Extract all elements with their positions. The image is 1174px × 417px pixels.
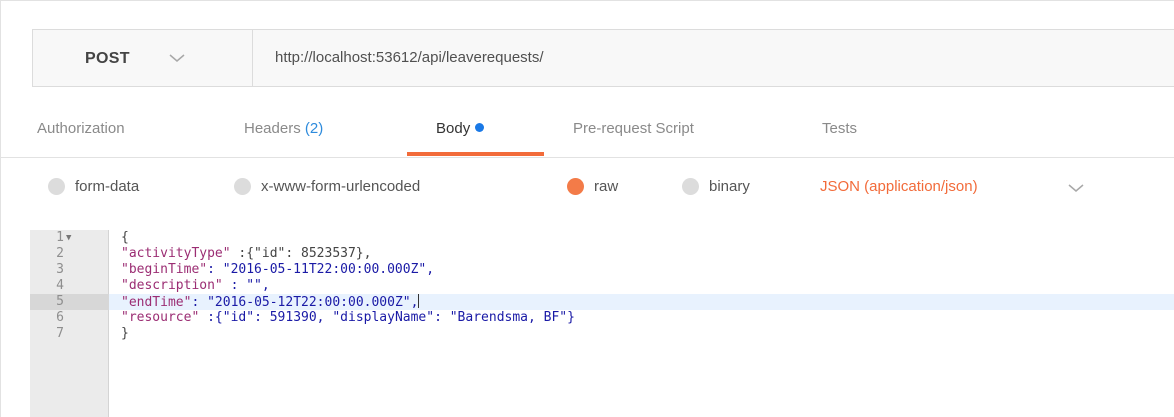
line-number: 2: [56, 246, 64, 261]
line-number: 6: [56, 310, 64, 325]
code-line: "activityType" :{"id": 8523537},: [121, 246, 372, 261]
code-line: "description" : "",: [121, 278, 270, 293]
tab-label: Authorization: [37, 120, 125, 137]
tab-label: Headers: [244, 120, 301, 137]
radio-button-icon: [682, 178, 699, 195]
line-number: 1: [56, 230, 64, 245]
url-input[interactable]: http://localhost:53612/api/leaverequests…: [275, 49, 544, 66]
fold-toggle-icon[interactable]: ▼: [66, 233, 71, 243]
tab-headers[interactable]: Headers (2): [244, 120, 323, 137]
radio-form-data[interactable]: form-data: [48, 178, 139, 195]
content-type-dropdown[interactable]: JSON (application/json): [820, 178, 978, 195]
tab-label: Tests: [822, 120, 858, 137]
code-line: "resource" :{"id": 591390, "displayName"…: [121, 310, 575, 325]
text-cursor: [418, 294, 420, 308]
active-tab-indicator: [407, 152, 544, 156]
chevron-down-icon: [169, 54, 185, 62]
code-line: {: [121, 230, 129, 245]
tab-label: Body: [436, 120, 471, 137]
code-line: "endTime": "2016-05-12T22:00:00.000Z",: [121, 294, 420, 310]
modified-dot-icon: [475, 123, 485, 132]
radio-x-www-form-urlencoded[interactable]: x-www-form-urlencoded: [234, 178, 420, 195]
body-type-options: form-data x-www-form-urlencoded raw bina…: [0, 158, 1174, 228]
radio-binary[interactable]: binary: [682, 178, 750, 195]
code-line: }: [121, 326, 129, 341]
line-number: 7: [56, 326, 64, 341]
tab-count-badge: (2): [304, 120, 324, 137]
radio-button-checked-icon: [567, 178, 584, 195]
radio-label: raw: [594, 178, 619, 195]
window-top-border: [0, 0, 1174, 1]
radio-raw[interactable]: raw: [567, 178, 618, 195]
tab-label: Pre-request Script: [573, 120, 694, 137]
code-line: "beginTime": "2016-05-11T22:00:00.000Z",: [121, 262, 435, 277]
tab-pre-request-script[interactable]: Pre-request Script: [573, 120, 694, 137]
radio-label: x-www-form-urlencoded: [261, 178, 421, 195]
radio-label: form-data: [75, 178, 140, 195]
request-bar: POST http://localhost:53612/api/leavereq…: [32, 29, 1174, 87]
radio-button-icon: [234, 178, 251, 195]
line-number: 3: [56, 262, 64, 277]
radio-button-icon: [48, 178, 65, 195]
line-number: 4: [56, 278, 64, 293]
method-label: POST: [85, 50, 130, 67]
code-editor[interactable]: 1 ▼ 2 3 4 5 6 7 { "activityType" :{"id":…: [30, 230, 1174, 417]
tab-tests[interactable]: Tests: [822, 120, 857, 137]
method-dropdown[interactable]: POST: [33, 30, 253, 86]
tab-authorization[interactable]: Authorization: [37, 120, 125, 137]
radio-label: binary: [709, 178, 750, 195]
chevron-down-icon[interactable]: [1066, 178, 1086, 198]
line-number: 5: [56, 294, 64, 309]
code-text-area[interactable]: { "activityType" :{"id": 8523537}, "begi…: [109, 230, 1174, 417]
request-tabs: Authorization Headers (2) Body Pre-reque…: [0, 100, 1174, 158]
tab-body[interactable]: Body: [436, 120, 485, 137]
